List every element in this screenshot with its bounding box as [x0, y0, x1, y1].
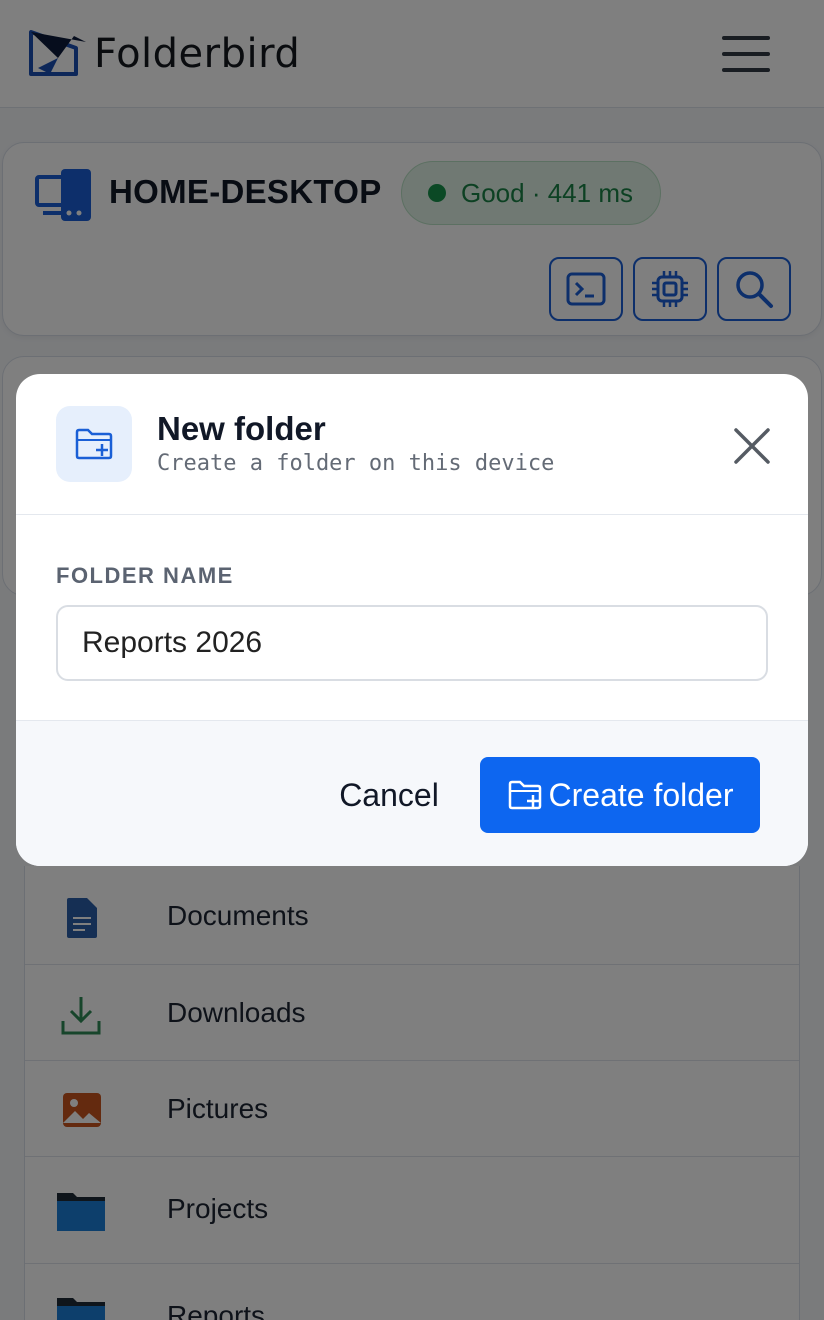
close-button[interactable] [726, 420, 778, 472]
folder-name-input[interactable] [56, 605, 768, 681]
dialog-subtitle: Create a folder on this device [157, 451, 555, 476]
folder-plus-icon [75, 428, 113, 460]
new-folder-dialog: New folder Create a folder on this devic… [16, 374, 808, 866]
dialog-title: New folder [157, 410, 326, 447]
dialog-footer: Cancel Create folder [16, 720, 808, 866]
cancel-button[interactable]: Cancel [316, 757, 462, 833]
create-folder-button[interactable]: Create folder [480, 757, 760, 833]
create-folder-label: Create folder [548, 776, 734, 813]
folder-name-label: FOLDER NAME [56, 563, 234, 588]
close-icon [734, 428, 770, 464]
dialog-header: New folder Create a folder on this devic… [16, 374, 808, 515]
dialog-body: FOLDER NAME [16, 515, 808, 720]
dialog-icon-container [56, 406, 132, 482]
folder-plus-icon [508, 780, 541, 810]
